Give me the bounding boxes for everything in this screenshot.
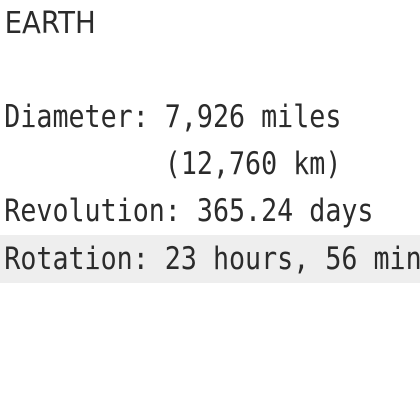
text-editor[interactable]: EARTH Diameter: 7,926 miles (12,760 km) … <box>0 0 420 420</box>
title-text: EARTH <box>4 6 96 41</box>
diameter-line: Diameter: 7,926 miles <box>4 99 342 135</box>
diameter-km-line: (12,760 km) <box>4 146 342 182</box>
rotation-line-text: Rotation: 23 hours, 56 min <box>4 241 420 277</box>
rotation-line[interactable]: Rotation: 23 hours, 56 min <box>0 235 420 283</box>
revolution-line: Revolution: 365.24 days <box>4 193 374 229</box>
